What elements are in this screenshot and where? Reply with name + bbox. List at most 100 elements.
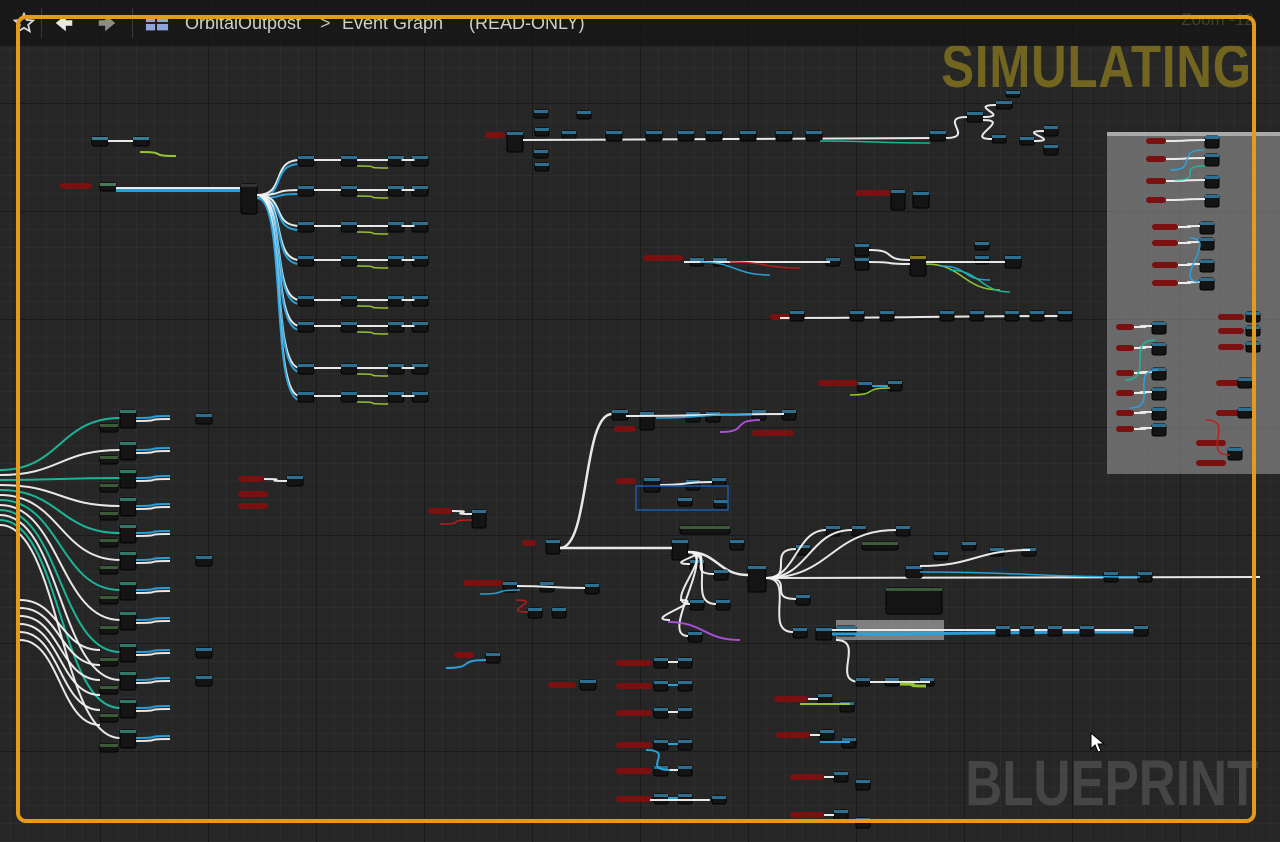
graph-node[interactable]: [654, 740, 668, 743]
graph-node[interactable]: [716, 600, 730, 603]
variable-node[interactable]: [1116, 426, 1134, 432]
graph-node[interactable]: [714, 500, 728, 503]
graph-node[interactable]: [654, 708, 668, 711]
variable-node[interactable]: [1196, 440, 1226, 446]
graph-node[interactable]: [880, 311, 894, 314]
graph-node[interactable]: [1005, 311, 1019, 314]
graph-node[interactable]: [740, 131, 756, 134]
graph-node[interactable]: [1058, 311, 1072, 314]
graph-node[interactable]: [1200, 278, 1214, 281]
graph-node[interactable]: [855, 258, 869, 261]
graph-node[interactable]: [886, 588, 942, 591]
graph-node[interactable]: [298, 296, 314, 299]
graph-node[interactable]: [678, 131, 694, 134]
graph-node[interactable]: [678, 766, 692, 769]
graph-node[interactable]: [842, 738, 856, 741]
variable-node[interactable]: [1116, 390, 1134, 396]
graph-node[interactable]: [241, 184, 257, 187]
graph-node[interactable]: [100, 183, 116, 186]
graph-node[interactable]: [388, 156, 404, 159]
graph-node[interactable]: [577, 111, 591, 114]
variable-node[interactable]: [454, 652, 474, 658]
graph-node[interactable]: [796, 595, 810, 598]
breadcrumb-project[interactable]: OrbitalOutpost: [185, 13, 301, 34]
graph-node[interactable]: [640, 412, 654, 415]
graph-node[interactable]: [534, 150, 548, 153]
graph-node[interactable]: [1020, 626, 1034, 629]
graph-node[interactable]: [678, 498, 692, 501]
graph-node[interactable]: [100, 424, 118, 427]
graph-node[interactable]: [678, 658, 692, 661]
graph-node[interactable]: [580, 680, 596, 683]
graph-node[interactable]: [910, 256, 926, 259]
graph-node[interactable]: [748, 566, 766, 569]
variable-node[interactable]: [776, 732, 810, 738]
variable-node[interactable]: [548, 682, 576, 688]
graph-node[interactable]: [906, 566, 922, 569]
variable-node[interactable]: [1218, 314, 1244, 320]
variable-node[interactable]: [60, 183, 92, 189]
graph-node[interactable]: [341, 392, 357, 395]
graph-node[interactable]: [552, 608, 566, 611]
variable-node[interactable]: [790, 774, 824, 780]
variable-node[interactable]: [1152, 280, 1178, 286]
graph-node[interactable]: [120, 498, 136, 501]
variable-node[interactable]: [485, 132, 505, 138]
variable-node[interactable]: [238, 476, 264, 482]
graph-node[interactable]: [534, 110, 548, 113]
graph-node[interactable]: [341, 256, 357, 259]
graph-node[interactable]: [1134, 626, 1148, 629]
variable-node[interactable]: [1116, 324, 1134, 330]
graph-node[interactable]: [654, 658, 668, 661]
variable-node[interactable]: [616, 478, 636, 484]
variable-node[interactable]: [428, 508, 452, 514]
graph-node[interactable]: [341, 186, 357, 189]
graph-node[interactable]: [646, 131, 662, 134]
variable-node[interactable]: [1152, 224, 1178, 230]
graph-node[interactable]: [412, 296, 428, 299]
graph-node[interactable]: [100, 686, 118, 689]
graph-node[interactable]: [962, 542, 976, 545]
graph-node[interactable]: [120, 672, 136, 675]
graph-node[interactable]: [688, 632, 702, 635]
graph-node[interactable]: [388, 322, 404, 325]
variable-node[interactable]: [238, 503, 268, 509]
graph-node[interactable]: [1005, 256, 1021, 259]
breadcrumb-graph[interactable]: Event Graph: [342, 13, 443, 34]
graph-node[interactable]: [341, 364, 357, 367]
graph-node[interactable]: [920, 678, 934, 681]
graph-node[interactable]: [1044, 145, 1058, 148]
graph-node[interactable]: [1048, 626, 1062, 629]
graph-node[interactable]: [975, 256, 989, 259]
graph-node[interactable]: [100, 566, 118, 569]
graph-node[interactable]: [120, 552, 136, 555]
graph-node[interactable]: [1030, 311, 1044, 314]
node-wire-layer[interactable]: [0, 0, 1280, 842]
graph-node[interactable]: [388, 222, 404, 225]
graph-node[interactable]: [1205, 154, 1219, 157]
graph-node[interactable]: [388, 256, 404, 259]
favorite-button[interactable]: [12, 11, 36, 35]
graph-node[interactable]: [92, 137, 108, 140]
graph-node[interactable]: [133, 137, 149, 140]
graph-node[interactable]: [100, 596, 118, 599]
graph-node[interactable]: [1228, 448, 1242, 451]
graph-node[interactable]: [298, 256, 314, 259]
variable-node[interactable]: [614, 426, 636, 432]
graph-node[interactable]: [967, 112, 983, 115]
graph-node[interactable]: [826, 258, 840, 261]
graph-node[interactable]: [712, 478, 726, 481]
graph-node[interactable]: [540, 582, 554, 585]
graph-node[interactable]: [612, 410, 628, 413]
graph-node[interactable]: [793, 628, 807, 631]
graph-node[interactable]: [706, 131, 722, 134]
graph-node[interactable]: [747, 565, 767, 593]
graph-node[interactable]: [1020, 137, 1034, 140]
graph-node[interactable]: [507, 132, 523, 135]
graph-node[interactable]: [606, 131, 622, 134]
graph-node[interactable]: [992, 135, 1006, 138]
graph-node[interactable]: [996, 626, 1010, 629]
variable-node[interactable]: [616, 710, 652, 716]
graph-node[interactable]: [654, 681, 668, 684]
graph-node[interactable]: [298, 156, 314, 159]
